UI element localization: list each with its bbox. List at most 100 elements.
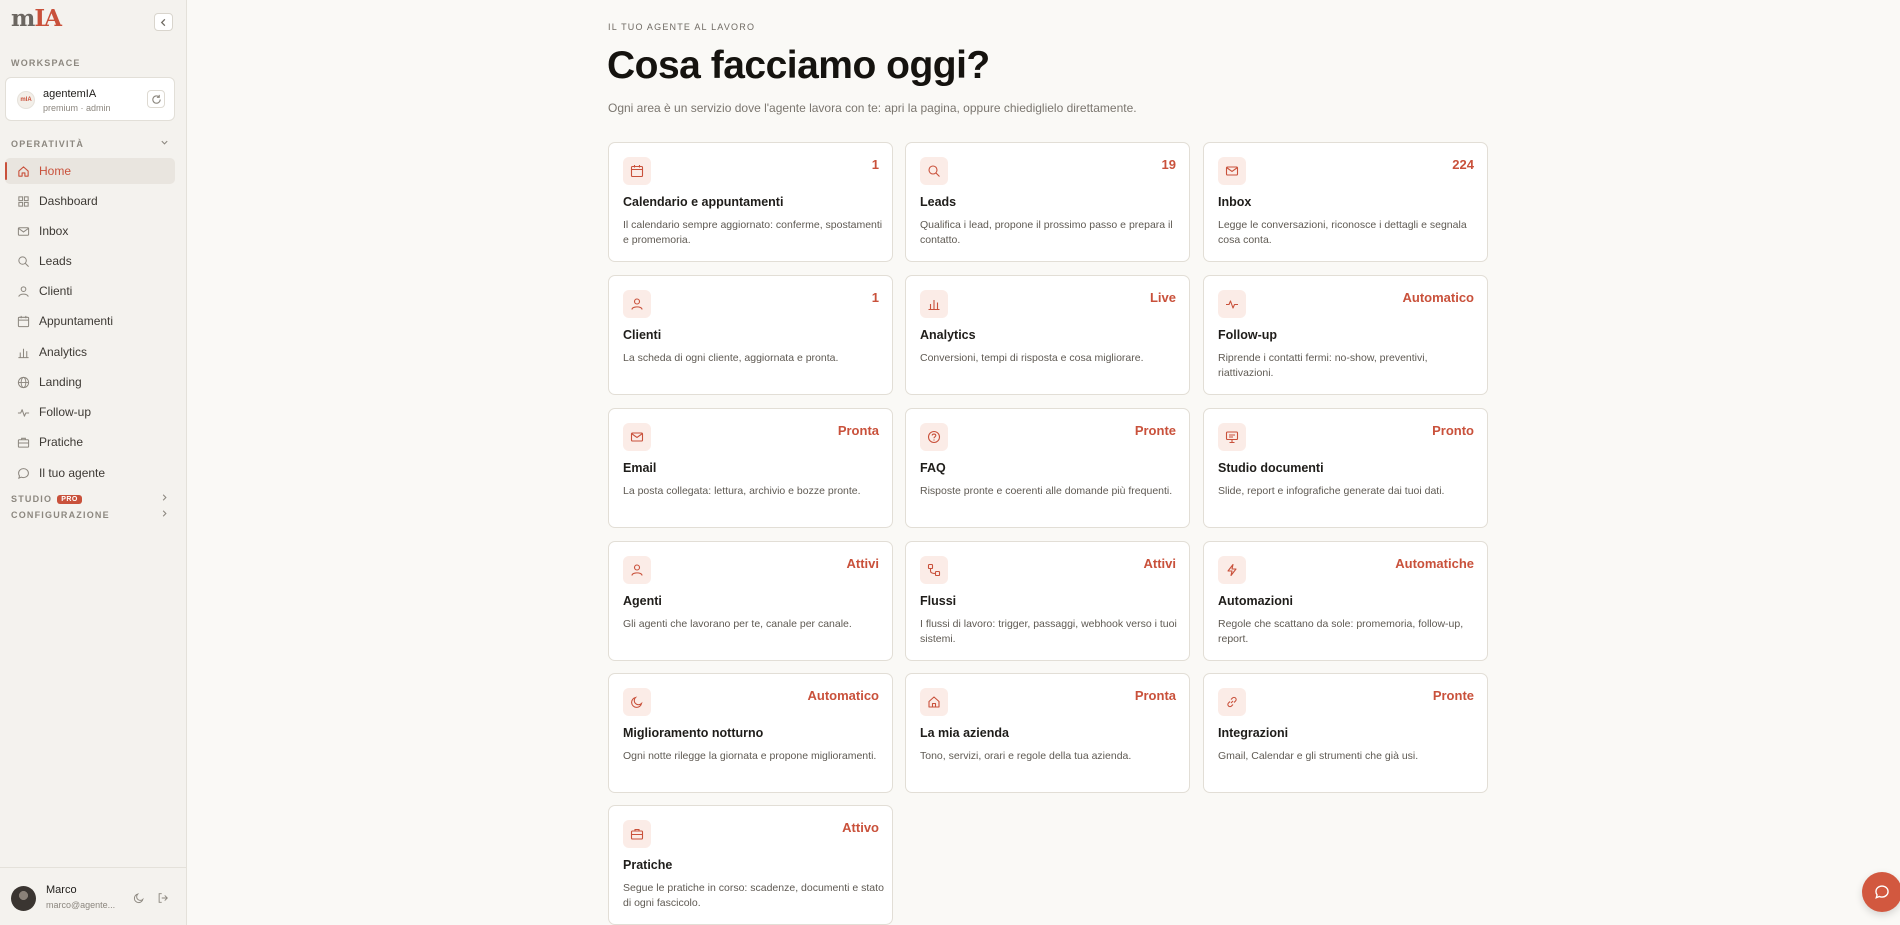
- logout-icon: [158, 893, 168, 903]
- workflow-icon: [920, 556, 948, 584]
- sidebar-item-label: Analytics: [39, 345, 88, 359]
- theme-toggle-button[interactable]: [132, 891, 146, 905]
- sidebar-item-appuntamenti[interactable]: Appuntamenti: [5, 308, 175, 334]
- card-description: Gli agenti che lavorano per te, canale p…: [623, 618, 852, 630]
- card-studio-documenti[interactable]: Pronto Studio documenti Slide, report e …: [1203, 408, 1488, 528]
- card-title: Email: [623, 461, 657, 475]
- card-status-badge: Pronto: [1432, 423, 1474, 438]
- sidebar-item-home[interactable]: Home: [5, 158, 175, 184]
- card-miglioramento-notturno[interactable]: Automatico Miglioramento notturno Ogni n…: [608, 673, 893, 793]
- sidebar-item-inbox[interactable]: Inbox: [5, 218, 175, 244]
- user-icon: [16, 284, 30, 298]
- card-description: Regole che scattano da sole: promemoria,…: [1218, 618, 1464, 645]
- sidebar-item-follow-up[interactable]: Follow-up: [5, 399, 175, 425]
- sidebar-item-il-tuo-agente[interactable]: Il tuo agente: [5, 460, 175, 486]
- card-description: I flussi di lavoro: trigger, passaggi, w…: [920, 618, 1177, 645]
- sidebar-item-pratiche[interactable]: Pratiche: [5, 429, 175, 455]
- card-status-badge: Live: [1149, 290, 1176, 305]
- sidebar-item-label: Inbox: [39, 224, 69, 238]
- card-pratiche[interactable]: Attivo Pratiche Segue le pratiche in cor…: [608, 805, 893, 925]
- card-count-badge: 224: [1452, 157, 1474, 172]
- bar-chart-icon: [920, 290, 948, 318]
- card-description: Gmail, Calendar e gli strumenti che già …: [1218, 750, 1419, 762]
- card-calendario[interactable]: 1 Calendario e appuntamenti Il calendari…: [608, 142, 893, 262]
- card-follow-up[interactable]: Automatico Follow-up Riprende i contatti…: [1203, 275, 1488, 395]
- card-title: Clienti: [623, 328, 662, 342]
- card-title: FAQ: [920, 461, 946, 475]
- card-agenti[interactable]: Attivi Agenti Gli agenti che lavorano pe…: [608, 541, 893, 661]
- sidebar-item-landing[interactable]: Landing: [5, 369, 175, 395]
- chevron-right-icon: [162, 494, 167, 501]
- card-la-mia-azienda[interactable]: Pronta La mia azienda Tono, servizi, ora…: [905, 673, 1190, 793]
- card-status-badge: Pronta: [1134, 688, 1176, 703]
- card-title: La mia azienda: [920, 726, 1009, 740]
- card-flussi[interactable]: Attivi Flussi I flussi di lavoro: trigge…: [905, 541, 1190, 661]
- sidebar-item-label: Il tuo agente: [39, 466, 106, 480]
- card-title: Miglioramento notturno: [623, 726, 764, 740]
- calendar-icon: [16, 314, 30, 328]
- sidebar-item-leads[interactable]: Leads: [5, 248, 175, 274]
- mail-icon: [623, 423, 651, 451]
- app-logo[interactable]: m IA: [11, 5, 62, 32]
- search-icon: [920, 157, 948, 185]
- card-count-badge: 1: [871, 290, 879, 305]
- chevron-left-icon: [160, 18, 166, 26]
- sidebar-item-analytics[interactable]: Analytics: [5, 339, 175, 365]
- card-title: Analytics: [920, 328, 976, 342]
- help-circle-icon: [920, 423, 948, 451]
- card-analytics[interactable]: Live Analytics Conversioni, tempi di ris…: [905, 275, 1190, 395]
- mail-icon: [16, 224, 30, 238]
- card-description: Slide, report e infografiche generate da…: [1218, 485, 1445, 497]
- user-icon: [623, 290, 651, 318]
- refresh-workspace-button[interactable]: [147, 90, 165, 108]
- configurazione-group-toggle[interactable]: CONFIGURAZIONE: [11, 508, 169, 522]
- operativita-group-toggle[interactable]: OPERATIVITÀ: [11, 137, 169, 151]
- card-description: Ogni notte rilegge la giornata e propone…: [623, 750, 877, 762]
- sidebar-item-clienti[interactable]: Clienti: [5, 278, 175, 304]
- card-status-badge: Attivo: [842, 820, 879, 835]
- sidebar-item-label: Clienti: [39, 284, 73, 298]
- sidebar: m IA WORKSPACE mIA agentemIA premium · ad…: [0, 0, 187, 925]
- card-status-badge: Attivi: [1143, 556, 1177, 571]
- card-clienti[interactable]: 1 Clienti La scheda di ogni cliente, agg…: [608, 275, 893, 395]
- card-description: Il calendario sempre aggiornato: conferm…: [623, 219, 883, 246]
- studio-group-toggle[interactable]: STUDIO PRO: [11, 492, 169, 506]
- card-description: Qualifica i lead, propone il prossimo pa…: [920, 219, 1173, 246]
- card-status-badge: Attivi: [846, 556, 880, 571]
- card-status-badge: Automatico: [807, 688, 880, 703]
- card-email[interactable]: Pronta Email La posta collegata: lettura…: [608, 408, 893, 528]
- activity-icon: [16, 405, 30, 419]
- card-faq[interactable]: Pronte FAQ Risposte pronte e coerenti al…: [905, 408, 1190, 528]
- configurazione-label: CONFIGURAZIONE: [11, 510, 110, 520]
- card-title: Calendario e appuntamenti: [623, 195, 784, 209]
- page-eyebrow: IL TUO AGENTE AL LAVORO: [608, 22, 756, 32]
- card-description: La posta collegata: lettura, archivio e …: [623, 485, 861, 497]
- chat-icon: [1875, 885, 1889, 899]
- user-icon: [623, 556, 651, 584]
- refresh-icon: [151, 94, 161, 104]
- search-icon: [16, 254, 30, 268]
- card-integrazioni[interactable]: Pronte Integrazioni Gmail, Calendar e gl…: [1203, 673, 1488, 793]
- logout-button[interactable]: [156, 891, 170, 905]
- sidebar-item-label: Pratiche: [39, 435, 84, 449]
- collapse-sidebar-button[interactable]: [154, 13, 173, 31]
- card-title: Automazioni: [1218, 594, 1293, 608]
- sidebar-item-dashboard[interactable]: Dashboard: [5, 188, 175, 214]
- workspace-name: agentemIA: [43, 88, 97, 100]
- card-leads[interactable]: 19 Leads Qualifica i lead, propone il pr…: [905, 142, 1190, 262]
- avatar[interactable]: [11, 886, 36, 911]
- card-automazioni[interactable]: Automatiche Automazioni Regole che scatt…: [1203, 541, 1488, 661]
- chat-launcher-button[interactable]: [1862, 872, 1900, 912]
- sidebar-item-label: Appuntamenti: [39, 314, 114, 328]
- studio-label: STUDIO: [11, 494, 53, 504]
- card-description: Segue le pratiche in corso: scadenze, do…: [623, 882, 884, 909]
- house-icon: [920, 688, 948, 716]
- card-description: Conversioni, tempi di risposta e cosa mi…: [920, 352, 1144, 364]
- card-inbox[interactable]: 224 Inbox Legge le conversazioni, ricono…: [1203, 142, 1488, 262]
- pro-badge: PRO: [57, 494, 82, 504]
- chat-icon: [16, 466, 30, 480]
- briefcase-icon: [16, 435, 30, 449]
- chevron-down-icon: [161, 140, 168, 145]
- activity-icon: [1218, 290, 1246, 318]
- workspace-switcher[interactable]: mIA agentemIA premium · admin: [5, 77, 175, 121]
